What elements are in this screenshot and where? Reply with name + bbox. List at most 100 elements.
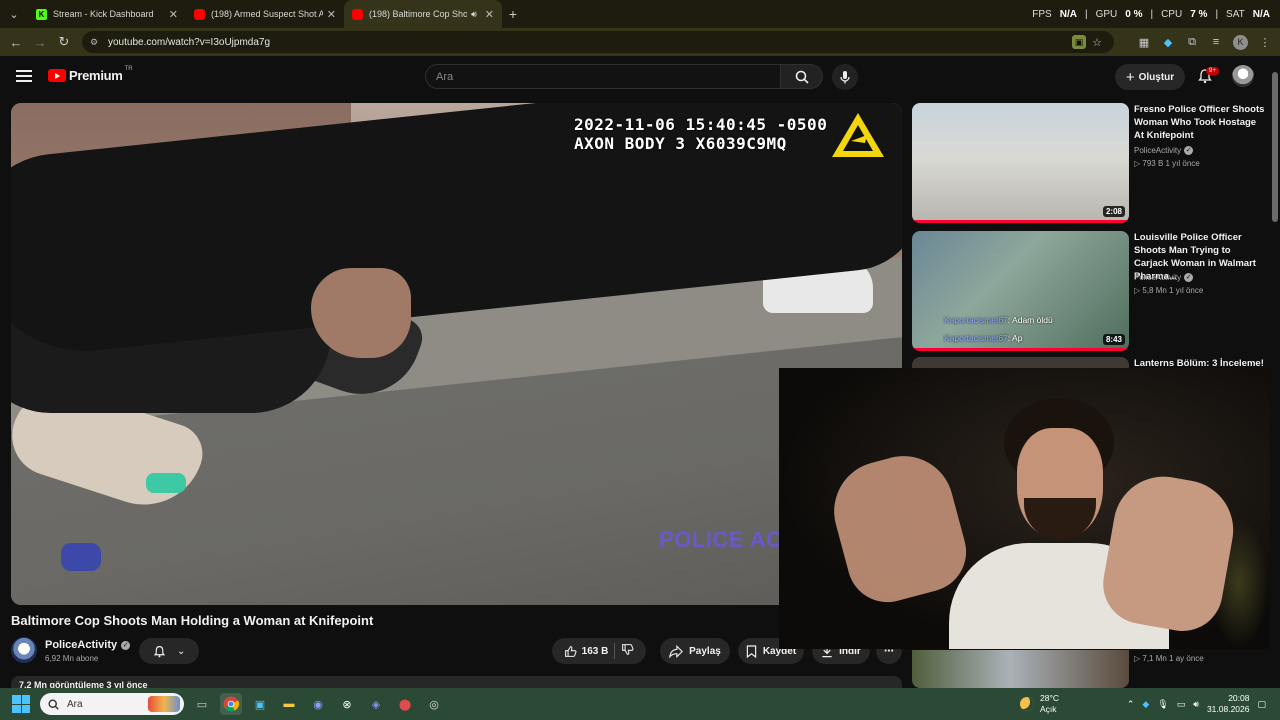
like-count: 163 B [581, 645, 609, 657]
chevron-down-icon: ⌄ [176, 645, 186, 657]
logo-text: Premium [69, 68, 123, 83]
video-description-box[interactable]: 7,2 Mn görüntüleme 3 yıl önce [11, 676, 902, 688]
display-icon[interactable]: ▭ [1177, 699, 1186, 710]
taskbar-clock[interactable]: 20:08 31.08.2026 [1207, 693, 1250, 715]
moon-icon [1020, 697, 1034, 711]
profile-avatar[interactable]: K [1233, 34, 1248, 50]
tab-baltimore-cop[interactable]: (198) Baltimore Cop Shoots 🔊︎ ✕ [344, 0, 502, 28]
tab-kick-dashboard[interactable]: K Stream - Kick Dashboard ✕ [28, 0, 186, 28]
video-thumbnail[interactable]: 2:08 [912, 103, 1129, 223]
weather-temperature: 28°C [1040, 693, 1059, 703]
media-control-icon[interactable]: ≡ [1209, 35, 1223, 49]
browser-tab-strip: ⌄ K Stream - Kick Dashboard ✕ (198) Arme… [0, 0, 1280, 28]
back-icon[interactable]: ← [4, 30, 28, 54]
notification-center-icon[interactable]: ▢ [1257, 699, 1266, 710]
task-view-icon[interactable]: ▭ [191, 693, 213, 715]
webcam-overlay [779, 368, 1280, 649]
gpu-value: 0 % [1125, 8, 1143, 20]
voice-search-button[interactable] [832, 64, 858, 90]
channel-name[interactable]: PoliceActivity ✓ [45, 639, 131, 651]
scrollbar-thumb[interactable] [1272, 72, 1278, 222]
verified-check-icon: ✓ [1184, 146, 1194, 155]
like-button[interactable]: 163 B [564, 645, 609, 658]
volume-icon[interactable]: 🔊︎ [1193, 699, 1199, 710]
recommendation-title[interactable]: Fresno Police Officer Shoots Woman Who T… [1134, 103, 1266, 142]
page-scrollbar[interactable] [1270, 60, 1280, 688]
bodycam-id-line: AXON BODY 3 X6039C9MQ [574, 134, 787, 153]
chat-text: : Adam öldü [1007, 315, 1053, 325]
video-frame-figure [146, 473, 186, 493]
extensions-puzzle-icon[interactable]: ⧉ [1185, 35, 1199, 49]
channel-watermark: POLICE ACT [659, 527, 797, 552]
tab-armed-suspect[interactable]: (198) Armed Suspect Shot After ✕ [186, 0, 344, 28]
recommendation-channel-name: PoliceActivity [1134, 146, 1182, 155]
location-pin-icon[interactable]: ⬤ [394, 693, 416, 715]
video-player[interactable]: 2022-11-06 15:40:45 -0500 AXON BODY 3 X6… [11, 103, 902, 605]
youtube-premium-logo[interactable]: Premium TR [48, 66, 133, 83]
recommendation-item[interactable]: Kaportacismet67: Adam öldü Kaportacismet… [912, 231, 1268, 351]
tab-search-menu-icon[interactable]: ⌄ [0, 0, 28, 28]
video-thumbnail[interactable]: Kaportacismet67: Adam öldü Kaportacismet… [912, 231, 1129, 351]
network-app-icon[interactable]: ◆ [1142, 699, 1149, 710]
account-avatar[interactable] [1232, 65, 1254, 87]
hamburger-menu-icon[interactable] [16, 68, 32, 84]
video-duration: 2:08 [1102, 206, 1125, 217]
forward-icon[interactable]: → [28, 30, 52, 54]
perf-divider: | [1150, 8, 1154, 20]
share-icon [669, 644, 684, 658]
plus-icon: + [1125, 68, 1135, 86]
new-tab-button[interactable]: + [502, 6, 524, 22]
bookmark-star-icon[interactable]: ☆ [1090, 35, 1104, 49]
taskbar-search-box[interactable]: Ara [40, 693, 184, 715]
discord-icon[interactable]: ◉ [307, 693, 329, 715]
channel-avatar[interactable] [11, 637, 37, 663]
speaker-icon[interactable]: 🔊︎ [471, 9, 477, 20]
bodycam-timestamp-line: 2022-11-06 15:40:45 -0500 [574, 115, 828, 134]
dislike-button[interactable] [621, 643, 634, 659]
site-info-icon[interactable]: ⚙ [90, 37, 102, 48]
share-button[interactable]: Paylaş [660, 638, 730, 664]
search-icon [48, 698, 59, 710]
youtube-header: Premium TR Ara + Oluştur 9+ [0, 56, 1270, 98]
bookmark-icon [746, 644, 757, 658]
clock-time: 20:08 [1228, 693, 1250, 703]
kick-icon: K [36, 8, 47, 20]
create-button[interactable]: + Oluştur [1115, 64, 1185, 90]
microphone-icon[interactable]: 🎙︎ [1157, 699, 1168, 710]
install-app-icon[interactable]: ▣ [1072, 35, 1086, 49]
recommendation-item[interactable]: 2:08 Fresno Police Officer Shoots Woman … [912, 103, 1268, 223]
address-bar[interactable]: ⚙ youtube.com/watch?v=I3oUjpmda7g ▣ ☆ [82, 31, 1114, 53]
notification-count-badge: 9+ [1206, 67, 1219, 75]
xbox-icon[interactable]: ⊗ [336, 693, 358, 715]
weather-widget[interactable]: 28°C Açık [1020, 693, 1059, 715]
taskbar-search-placeholder: Ara [67, 698, 83, 710]
like-dislike-group: 163 B [552, 638, 646, 664]
search-button[interactable] [781, 64, 823, 89]
windows-start-icon[interactable] [12, 695, 30, 713]
close-tab-icon[interactable]: ✕ [327, 8, 336, 21]
teams-icon[interactable]: ◈ [365, 693, 387, 715]
recommendation-channel[interactable]: PoliceActivity ✓ [1134, 146, 1194, 155]
obs-icon[interactable]: ◎ [423, 693, 445, 715]
reload-icon[interactable]: ↻ [52, 30, 76, 54]
extension-icon[interactable]: ◆ [1161, 35, 1175, 49]
extension-icon[interactable]: ▦ [1137, 35, 1151, 49]
tray-overflow-chevron-icon[interactable]: ⌃ [1127, 699, 1135, 710]
monitor-app-icon[interactable]: ▣ [249, 693, 271, 715]
address-toolbar: ← → ↻ ⚙ youtube.com/watch?v=I3oUjpmda7g … [0, 28, 1280, 56]
tab-title: (198) Baltimore Cop Shoots [369, 9, 468, 19]
subscription-bell-button[interactable]: ⌄ [139, 638, 199, 664]
search-input[interactable]: Ara [425, 64, 781, 89]
close-tab-icon[interactable]: ✕ [169, 8, 178, 21]
recommendation-channel[interactable]: PoliceActivity ✓ [1134, 273, 1194, 282]
close-tab-icon[interactable]: ✕ [485, 8, 494, 21]
chrome-icon[interactable] [220, 693, 242, 715]
share-label: Paylaş [689, 645, 721, 657]
channel-name-text: PoliceActivity [45, 639, 118, 651]
file-explorer-icon[interactable]: ▬ [278, 693, 300, 715]
chat-text: : Ap [1007, 333, 1023, 343]
chat-username: Kaportacismet67 [944, 333, 1008, 343]
video-thumbnail[interactable] [912, 650, 1129, 688]
chat-message: Kaportacismet67: Adam öldü [944, 315, 1053, 325]
browser-menu-icon[interactable]: ⋮ [1258, 35, 1272, 49]
